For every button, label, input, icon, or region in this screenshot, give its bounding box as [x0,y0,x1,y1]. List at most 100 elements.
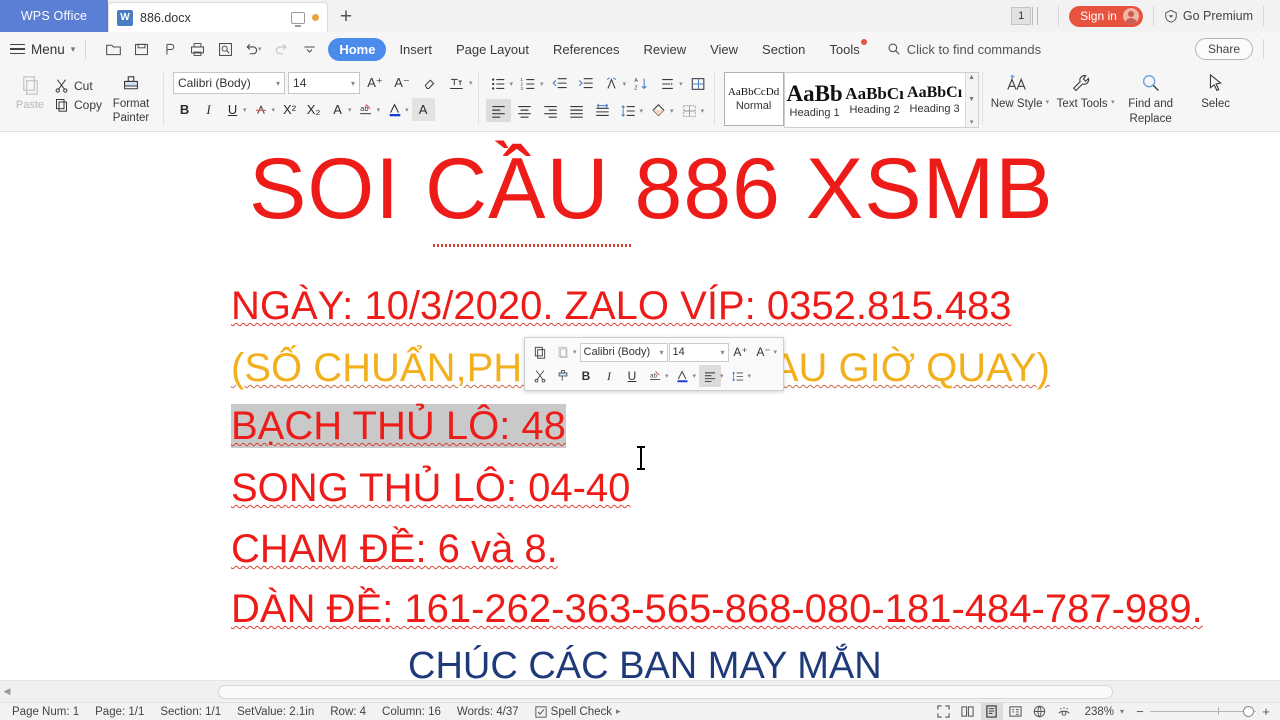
tab-insert[interactable]: Insert [388,38,443,61]
eye-protect-icon[interactable] [1053,703,1075,720]
merge-cells-icon[interactable] [686,72,711,95]
window-count-control[interactable]: 1 [1011,7,1039,25]
minibar-font-name[interactable]: Calibri (Body) ▾ [579,342,668,362]
shrink-font-icon[interactable]: A⁻ [390,72,414,94]
tab-home[interactable]: Home [328,37,387,61]
line-spacing-button[interactable] [616,99,641,122]
scroll-down-icon[interactable]: ▼ [968,96,975,103]
print-icon[interactable] [184,36,210,62]
grow-font-icon[interactable]: A⁺ [730,341,752,363]
print-layout-icon[interactable] [980,703,1003,720]
increase-indent-icon[interactable] [573,72,598,95]
shrink-font-icon[interactable]: A⁻ [753,341,775,363]
doc-line-ngay[interactable]: NGÀY: 10/3/2020. ZALO VÍP: 0352.815.483 [231,284,1012,329]
style-normal[interactable]: AaBbCcDd Normal [723,72,784,126]
zoom-slider-knob[interactable] [1243,705,1254,717]
font-color-icon[interactable] [672,365,694,387]
align-right-button[interactable] [538,99,563,122]
format-painter-button[interactable]: Format Painter [102,70,160,125]
italic-button[interactable]: I [197,98,220,121]
zoom-out-button[interactable]: − [1132,704,1148,719]
presentation-monitor-icon[interactable] [291,11,305,27]
copy-icon[interactable] [529,341,551,363]
horizontal-scrollbar[interactable]: ◀ [0,680,1280,702]
doc-line-dande[interactable]: DÀN ĐỀ: 161-262-363-565-868-080-181-484-… [231,587,1203,632]
highlight-button[interactable]: ab [355,98,378,121]
justify-button[interactable] [564,99,589,122]
align-left-button[interactable] [485,99,511,122]
go-premium-button[interactable]: Go Premium [1164,9,1253,23]
doc-line-title[interactable]: SOI CẦU 886 XSMB [249,140,1054,239]
cut-icon[interactable] [529,365,551,387]
text-effects-button[interactable]: A [326,98,349,121]
minibar-font-size[interactable]: 14 ▾ [668,342,729,362]
text-tools-button[interactable]: Text Tools [1051,72,1113,111]
subscript-button[interactable]: X₂ [302,98,325,121]
underline-button[interactable]: U [221,98,244,121]
zoom-in-button[interactable]: + [1258,704,1274,719]
align-center-button[interactable] [512,99,537,122]
font-name-combobox[interactable]: Calibri (Body) ▾ [173,72,286,94]
tab-view[interactable]: View [699,38,749,61]
clear-formatting-icon[interactable] [417,72,441,94]
scroll-left-icon[interactable]: ◀ [0,686,14,697]
line-spacing-icon[interactable] [727,365,749,387]
sort-icon[interactable]: AZ [629,72,654,95]
bold-button[interactable]: B [173,98,196,121]
tab-tools[interactable]: Tools [818,38,870,61]
touch-mode-icon[interactable] [156,36,182,62]
web-layout-icon[interactable] [1029,703,1051,720]
two-page-icon[interactable] [957,703,979,720]
select-button[interactable]: Selec [1185,72,1247,111]
bullets-icon[interactable] [486,72,511,95]
underline-icon[interactable]: U [621,365,643,387]
tab-review[interactable]: Review [632,38,697,61]
document-tab-886[interactable]: W 886.docx [108,2,328,32]
text-direction-icon[interactable] [599,72,624,95]
save-icon[interactable] [128,36,154,62]
undo-icon[interactable]: ▾ [240,36,266,62]
print-preview-icon[interactable] [212,36,238,62]
tab-section[interactable]: Section [751,38,816,61]
align-icon[interactable] [699,365,722,387]
fullscreen-icon[interactable] [933,703,955,720]
copy-button[interactable]: Copy [54,97,102,112]
expand-gallery-icon[interactable]: ▾ [970,118,974,126]
character-border-button[interactable]: A [411,98,435,121]
outline-icon[interactable] [1005,703,1027,720]
distribute-button[interactable] [590,99,615,122]
grow-font-icon[interactable]: A⁺ [363,72,387,94]
doc-line-chamde[interactable]: CHAM ĐỀ: 6 và 8. [231,527,558,572]
strikethrough-button[interactable] [250,98,273,121]
zoom-slider[interactable] [1150,705,1256,717]
shading-button[interactable] [646,99,671,122]
style-heading-1[interactable]: AaBb Heading 1 [784,73,845,127]
font-size-combobox[interactable]: 14 ▾ [288,72,361,94]
style-heading-3[interactable]: AaBbCı Heading 3 [904,73,965,127]
borders-button[interactable] [677,99,702,122]
tab-page-layout[interactable]: Page Layout [445,38,540,61]
menu-button[interactable]: Menu ▾ [10,42,75,57]
text-case-icon[interactable] [444,72,468,94]
document-page[interactable]: SOI CẦU 886 XSMB NGÀY: 10/3/2020. ZALO V… [0,132,1280,680]
style-gallery-scrollbar[interactable]: ▲ ▼ ▾ [964,73,978,127]
share-button[interactable]: Share [1194,38,1253,60]
spell-check-button[interactable]: Spell Check ▸ [527,706,629,718]
font-color-button[interactable] [383,98,406,121]
bold-icon[interactable]: B [575,365,597,387]
decrease-indent-icon[interactable] [547,72,572,95]
highlight-icon[interactable]: ab [644,365,666,387]
doc-line-chuc[interactable]: CHÚC CÁC BẠN MAY MẮN [408,645,882,680]
floating-mini-toolbar[interactable]: ▾ Calibri (Body) ▾ 14 ▾ A⁺ A⁻ ▾ B I U ab… [524,337,785,391]
numbering-icon[interactable]: 123 [516,72,541,95]
new-tab-button[interactable]: + [328,2,364,32]
sign-in-button[interactable]: Sign in [1069,5,1143,27]
customize-icon[interactable] [296,36,322,62]
italic-icon[interactable]: I [598,365,620,387]
document-canvas[interactable]: SOI CẦU 886 XSMB NGÀY: 10/3/2020. ZALO V… [0,132,1280,680]
doc-line-bachthu[interactable]: BẠCH THỦ LÔ: 48 [231,404,566,449]
format-painter-icon[interactable] [552,365,574,387]
zoom-level-label[interactable]: 238% [1085,706,1114,718]
superscript-button[interactable]: X² [278,98,301,121]
horizontal-scroll-thumb[interactable] [218,684,1113,699]
